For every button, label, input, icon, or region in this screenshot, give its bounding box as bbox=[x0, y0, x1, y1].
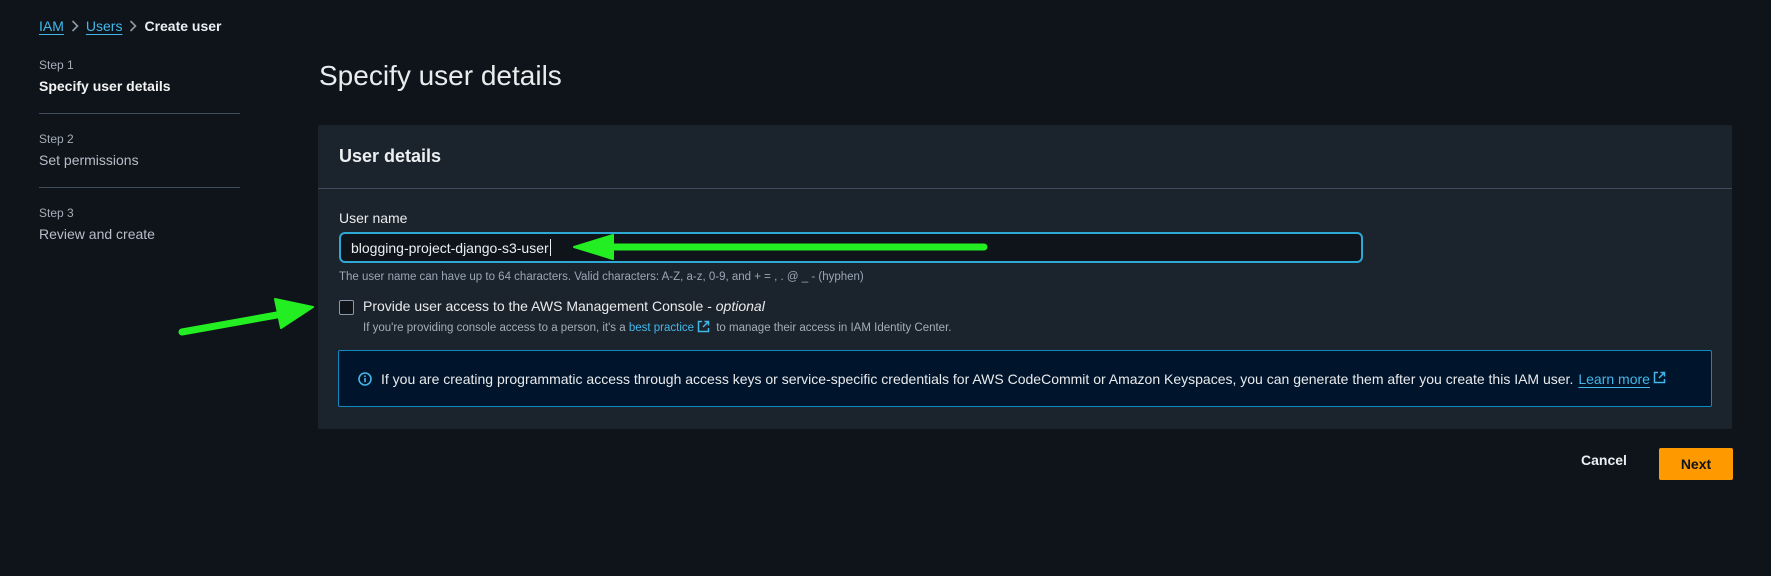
console-desc-text: If you're providing console access to a … bbox=[363, 322, 629, 334]
console-desc-text-after: to manage their access in IAM Identity C… bbox=[713, 322, 952, 334]
step-number: Step 2 bbox=[39, 132, 74, 146]
page-title: Specify user details bbox=[319, 60, 562, 91]
text-caret bbox=[549, 239, 551, 256]
user-name-input[interactable]: blogging-project-django-s3-user bbox=[339, 232, 1363, 263]
breadcrumb-iam-link[interactable]: IAM bbox=[39, 18, 64, 34]
step-number: Step 3 bbox=[39, 206, 74, 220]
card-header: User details bbox=[318, 125, 1732, 189]
step-set-permissions[interactable]: Step 2 Set permissions bbox=[39, 132, 240, 188]
breadcrumb-users-link[interactable]: Users bbox=[86, 18, 123, 34]
console-access-option: Provide user access to the AWS Managemen… bbox=[339, 298, 951, 336]
optional-label: optional bbox=[715, 298, 765, 314]
user-name-label: User name bbox=[339, 210, 408, 226]
user-details-card: User details User name blogging-project-… bbox=[318, 125, 1732, 429]
console-access-label-text: Provide user access to the AWS Managemen… bbox=[363, 298, 716, 314]
user-name-hint: The user name can have up to 64 characte… bbox=[339, 271, 864, 283]
breadcrumb-current: Create user bbox=[144, 18, 222, 34]
console-access-checkbox[interactable] bbox=[339, 300, 354, 315]
wizard-steps: Step 1 Specify user details Step 2 Set p… bbox=[39, 58, 240, 279]
learn-more-link[interactable]: Learn more bbox=[1578, 371, 1650, 387]
chevron-right-icon bbox=[64, 20, 86, 32]
user-name-value: blogging-project-django-s3-user bbox=[351, 239, 549, 256]
console-access-description: If you're providing console access to a … bbox=[363, 320, 951, 336]
next-button[interactable]: Next bbox=[1659, 448, 1733, 480]
external-link-icon bbox=[697, 320, 710, 336]
info-alert: If you are creating programmatic access … bbox=[338, 350, 1712, 407]
chevron-right-icon bbox=[122, 20, 144, 32]
step-review-and-create[interactable]: Step 3 Review and create bbox=[39, 206, 240, 261]
step-number: Step 1 bbox=[39, 58, 74, 72]
external-link-icon bbox=[1653, 371, 1666, 387]
step-title: Specify user details bbox=[39, 78, 171, 94]
card-title: User details bbox=[339, 146, 442, 166]
info-icon bbox=[358, 371, 372, 386]
cancel-button[interactable]: Cancel bbox=[1575, 451, 1633, 469]
breadcrumb: IAM Users Create user bbox=[39, 18, 222, 34]
console-access-label[interactable]: Provide user access to the AWS Managemen… bbox=[363, 298, 951, 314]
info-text: If you are creating programmatic access … bbox=[381, 370, 1574, 387]
step-title: Review and create bbox=[39, 226, 155, 242]
step-specify-user-details[interactable]: Step 1 Specify user details bbox=[39, 58, 240, 114]
step-title: Set permissions bbox=[39, 152, 139, 168]
best-practice-link[interactable]: best practice bbox=[629, 322, 694, 334]
